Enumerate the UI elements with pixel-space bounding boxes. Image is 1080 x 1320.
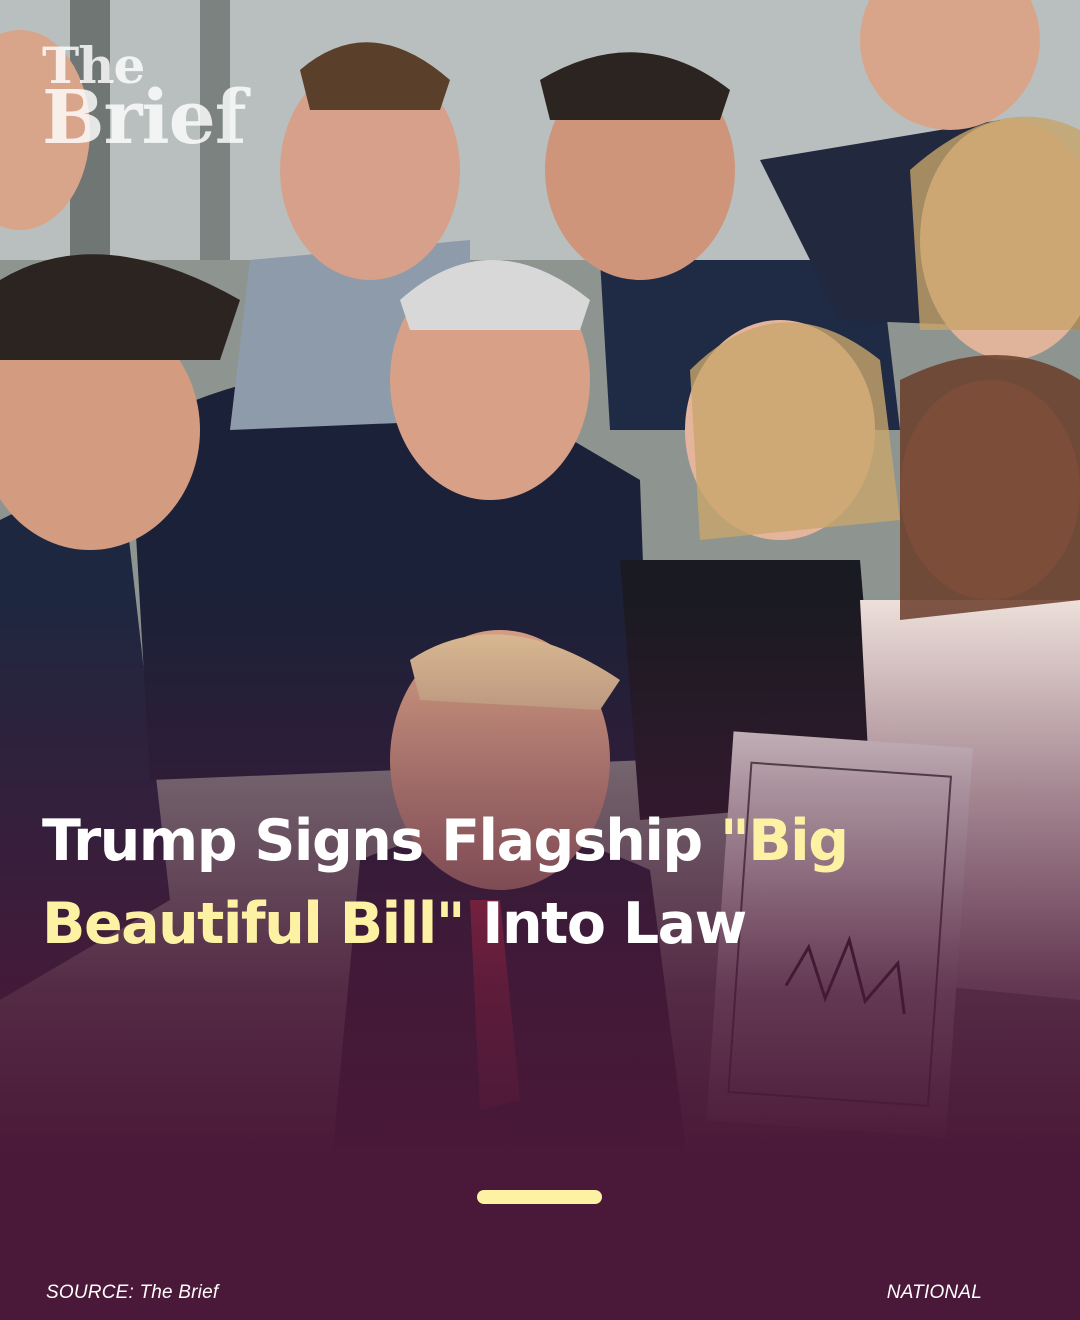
headline-highlight-1: "Big — [720, 808, 849, 874]
headline-part-1: Trump Signs Flagship — [42, 808, 721, 874]
brand-logo: The Brief — [42, 41, 247, 161]
story-card: The Brief Trump Signs Flagship "Big Beaut… — [0, 0, 1080, 1320]
brand-logo-line-2: Brief — [42, 75, 247, 161]
gradient-overlay — [0, 0, 1080, 1320]
category-label: NATIONAL — [886, 1282, 982, 1303]
headline: Trump Signs Flagship "Big Beautiful Bill"… — [42, 800, 942, 966]
headline-part-2: Into Law — [463, 891, 747, 957]
pagination-indicator[interactable] — [477, 1190, 602, 1204]
headline-highlight-2: Beautiful Bill" — [42, 891, 465, 957]
source-credit: SOURCE: The Brief — [46, 1282, 219, 1303]
